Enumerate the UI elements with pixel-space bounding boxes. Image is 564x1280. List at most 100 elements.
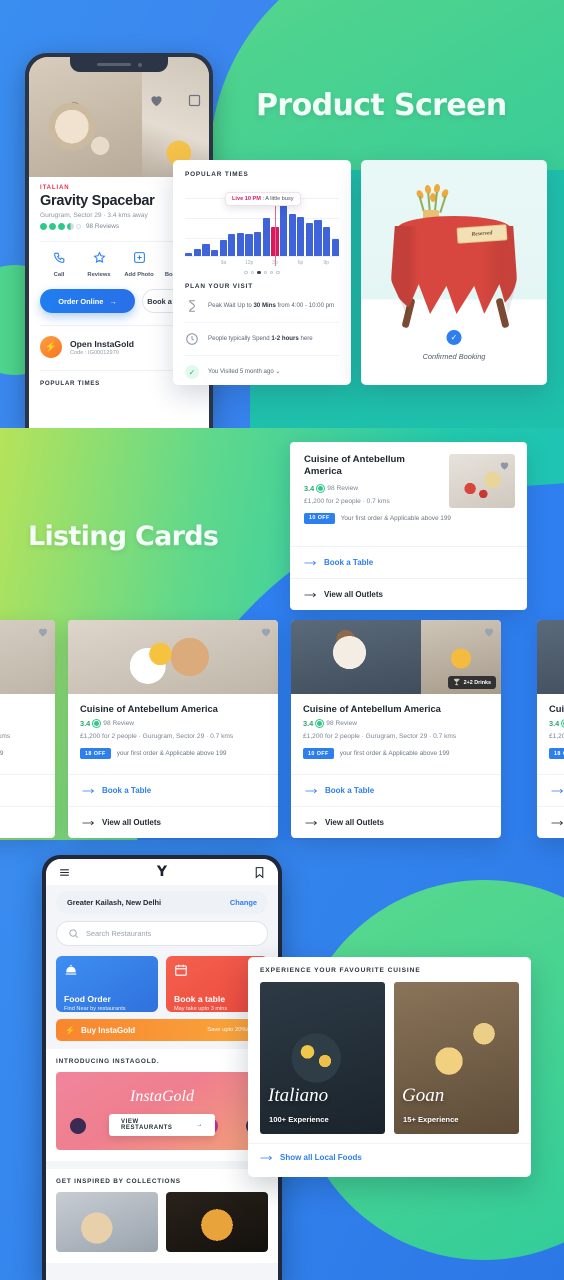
- heart-icon[interactable]: [37, 625, 49, 637]
- speaker-grill: [96, 63, 131, 66]
- listing-card[interactable]: 🍸 2+2 Drinks Cuisine of Antebellum Ameri…: [291, 620, 501, 838]
- listing-review-count: 98 Review: [327, 484, 359, 492]
- rating-dot-empty: [76, 224, 81, 229]
- listing-thumbnail[interactable]: [449, 454, 515, 508]
- view-outlets-link[interactable]: View all Outlets: [290, 578, 527, 610]
- listing-image[interactable]: [537, 620, 564, 694]
- cuisine-name: Goan: [402, 1085, 445, 1106]
- listing-card[interactable]: Cuisine of Antebellum America 3.4 98 Rev…: [537, 620, 564, 838]
- pager-dot[interactable]: [269, 271, 274, 275]
- wait-pre: Peak Wait Up to: [208, 302, 254, 310]
- app-logo: Y: [156, 864, 168, 880]
- offer-text: your first order & Applicable above 199: [0, 750, 4, 757]
- book-table-link[interactable]: Book a Table: [291, 774, 501, 806]
- view-outlets-link[interactable]: View all Outlets: [291, 806, 501, 838]
- chart-bar: [202, 243, 210, 256]
- book-table-link[interactable]: Book a Table: [0, 774, 55, 806]
- listing-rating-row: 3.4 98 Review: [80, 719, 266, 728]
- action-reviews[interactable]: Reviews: [80, 251, 118, 278]
- listing-offer-row: 18 OFF your first order & Applicable abo…: [549, 748, 564, 759]
- pager-dot[interactable]: [263, 271, 267, 275]
- product-screen-title: Product Screen: [256, 88, 507, 123]
- rating-badge-icon: [317, 484, 325, 492]
- chart-bar: [193, 248, 201, 256]
- heart-icon[interactable]: [260, 625, 272, 637]
- location-bar[interactable]: Greater Kailash, New Delhi Change: [56, 891, 268, 914]
- spend-post: here: [298, 335, 313, 343]
- book-table-link[interactable]: Book a Table: [537, 774, 564, 806]
- heart-icon[interactable]: [483, 625, 495, 637]
- book-table-link[interactable]: Book a Table: [68, 774, 278, 806]
- cuisine-experience-count: 100+ Experience: [269, 1115, 329, 1124]
- heart-icon[interactable]: [149, 93, 164, 108]
- chevron-down-icon[interactable]: ⌄: [275, 368, 280, 375]
- pager-dot[interactable]: [250, 271, 255, 275]
- show-all-local-foods-link[interactable]: Show all Local Foods: [248, 1143, 531, 1171]
- food-order-tile[interactable]: Food Order Find Near by restaurants: [56, 956, 158, 1012]
- listing-rating-value: 3.4: [549, 719, 560, 728]
- action-call[interactable]: Call: [40, 251, 78, 278]
- listing-meta: £1,200 for 2 people · Gurugram, Sector 2…: [549, 733, 564, 740]
- buy-instagold-banner[interactable]: ⚡ Buy InstaGold Save upto 20%/yr ›: [56, 1019, 268, 1041]
- cuisine-tile-goan[interactable]: Goan 15+ Experience: [394, 982, 519, 1134]
- listing-card[interactable]: Cuisine of Antebellum America 3.4 98 Rev…: [68, 620, 278, 838]
- listing-photo-secondary: 🍸 2+2 Drinks: [421, 620, 501, 694]
- listing-offer-row: 18 OFF your first order & Applicable abo…: [80, 748, 266, 759]
- pager-dot[interactable]: [276, 271, 280, 275]
- view-outlets-label: View all Outlets: [324, 590, 383, 599]
- live-status-time: Live 10 PM: [232, 196, 261, 202]
- instagold-script-text: InstaGold: [130, 1088, 194, 1105]
- listing-image[interactable]: [68, 620, 278, 694]
- listing-card[interactable]: Cuisine of Antebellum America 3.4 98 Rev…: [0, 620, 55, 838]
- book-table-link[interactable]: Book a Table: [290, 546, 527, 578]
- pager-dot[interactable]: [244, 271, 248, 275]
- listing-body: Cuisine of Antebellum America 3.4 98 Rev…: [0, 694, 55, 759]
- popular-times-card: POPULAR TIMES Live 10 PM : A little busy…: [173, 160, 351, 385]
- reserved-table-illustration: Reserved: [361, 178, 547, 329]
- search-input[interactable]: Search Restaurants: [56, 921, 268, 946]
- listing-image[interactable]: 🍸 2+2 Drinks: [291, 620, 501, 694]
- pager-dot[interactable]: [257, 271, 261, 275]
- instagold-banner-note: Save upto 20%/yr: [207, 1027, 254, 1033]
- collections-row: [56, 1192, 268, 1252]
- restaurant-photo-main[interactable]: [29, 57, 143, 177]
- action-add-photo[interactable]: Add Photo: [120, 251, 158, 278]
- collection-thumbnail[interactable]: [166, 1192, 268, 1252]
- heart-icon[interactable]: [499, 458, 510, 470]
- live-status-pill: Live 10 PM : A little busy: [225, 192, 301, 206]
- featured-listing-card[interactable]: Cuisine of Antebellum America 3.4 98 Rev…: [290, 442, 527, 610]
- cuisine-tile-italiano[interactable]: Italiano 100+ Experience: [260, 982, 385, 1134]
- share-icon[interactable]: [187, 93, 202, 108]
- restaurant-photo-secondary[interactable]: [142, 57, 209, 177]
- view-outlets-link[interactable]: View all Outlets: [68, 806, 278, 838]
- arrow-right-icon: [551, 788, 564, 793]
- wait-bold: 30 Mins: [253, 302, 276, 310]
- order-online-button[interactable]: Order Online →: [40, 289, 135, 313]
- bookmark-icon[interactable]: [253, 866, 266, 879]
- listing-cards-carousel[interactable]: Cuisine of Antebellum America 3.4 98 Rev…: [0, 620, 564, 840]
- offer-badge: 18 OFF: [80, 748, 111, 759]
- listing-image[interactable]: [0, 620, 55, 694]
- chart-day-pager[interactable]: [185, 271, 339, 275]
- favourite-cuisine-card: EXPERIENCE YOUR FAVOURITE CUISINE Italia…: [248, 957, 531, 1177]
- plan-row-visited[interactable]: ✓ You Visited 5 month ago ⌄: [185, 356, 339, 385]
- view-outlets-link[interactable]: View all Outlets: [0, 806, 55, 838]
- instagold-icon: ⚡: [65, 1025, 75, 1035]
- collection-thumbnail[interactable]: [56, 1192, 158, 1252]
- listing-title: Cuisine of Antebellum America: [549, 703, 564, 714]
- arrow-right-icon: [305, 788, 318, 793]
- instagold-banner-image[interactable]: InstaGold VIEW RESTAURANTS →: [56, 1072, 268, 1150]
- listing-rating-value: 3.4: [80, 719, 91, 728]
- view-restaurants-button[interactable]: VIEW RESTAURANTS →: [109, 1114, 215, 1136]
- action-label: Call: [53, 272, 65, 278]
- cuisine-name: Italiano: [268, 1085, 329, 1106]
- book-table-label: Book a Table: [325, 786, 375, 795]
- chart-bar: [236, 232, 245, 256]
- listing-rating-value: 3.4: [303, 719, 314, 728]
- listing-rating-row: 3.4 98 Review: [0, 719, 43, 728]
- view-outlets-link[interactable]: View all Outlets: [537, 806, 564, 838]
- axis-tick-label: [185, 260, 211, 266]
- restaurant-photo-gallery[interactable]: [29, 57, 209, 177]
- hamburger-menu-icon[interactable]: [58, 866, 71, 879]
- change-location-button[interactable]: Change: [230, 898, 257, 907]
